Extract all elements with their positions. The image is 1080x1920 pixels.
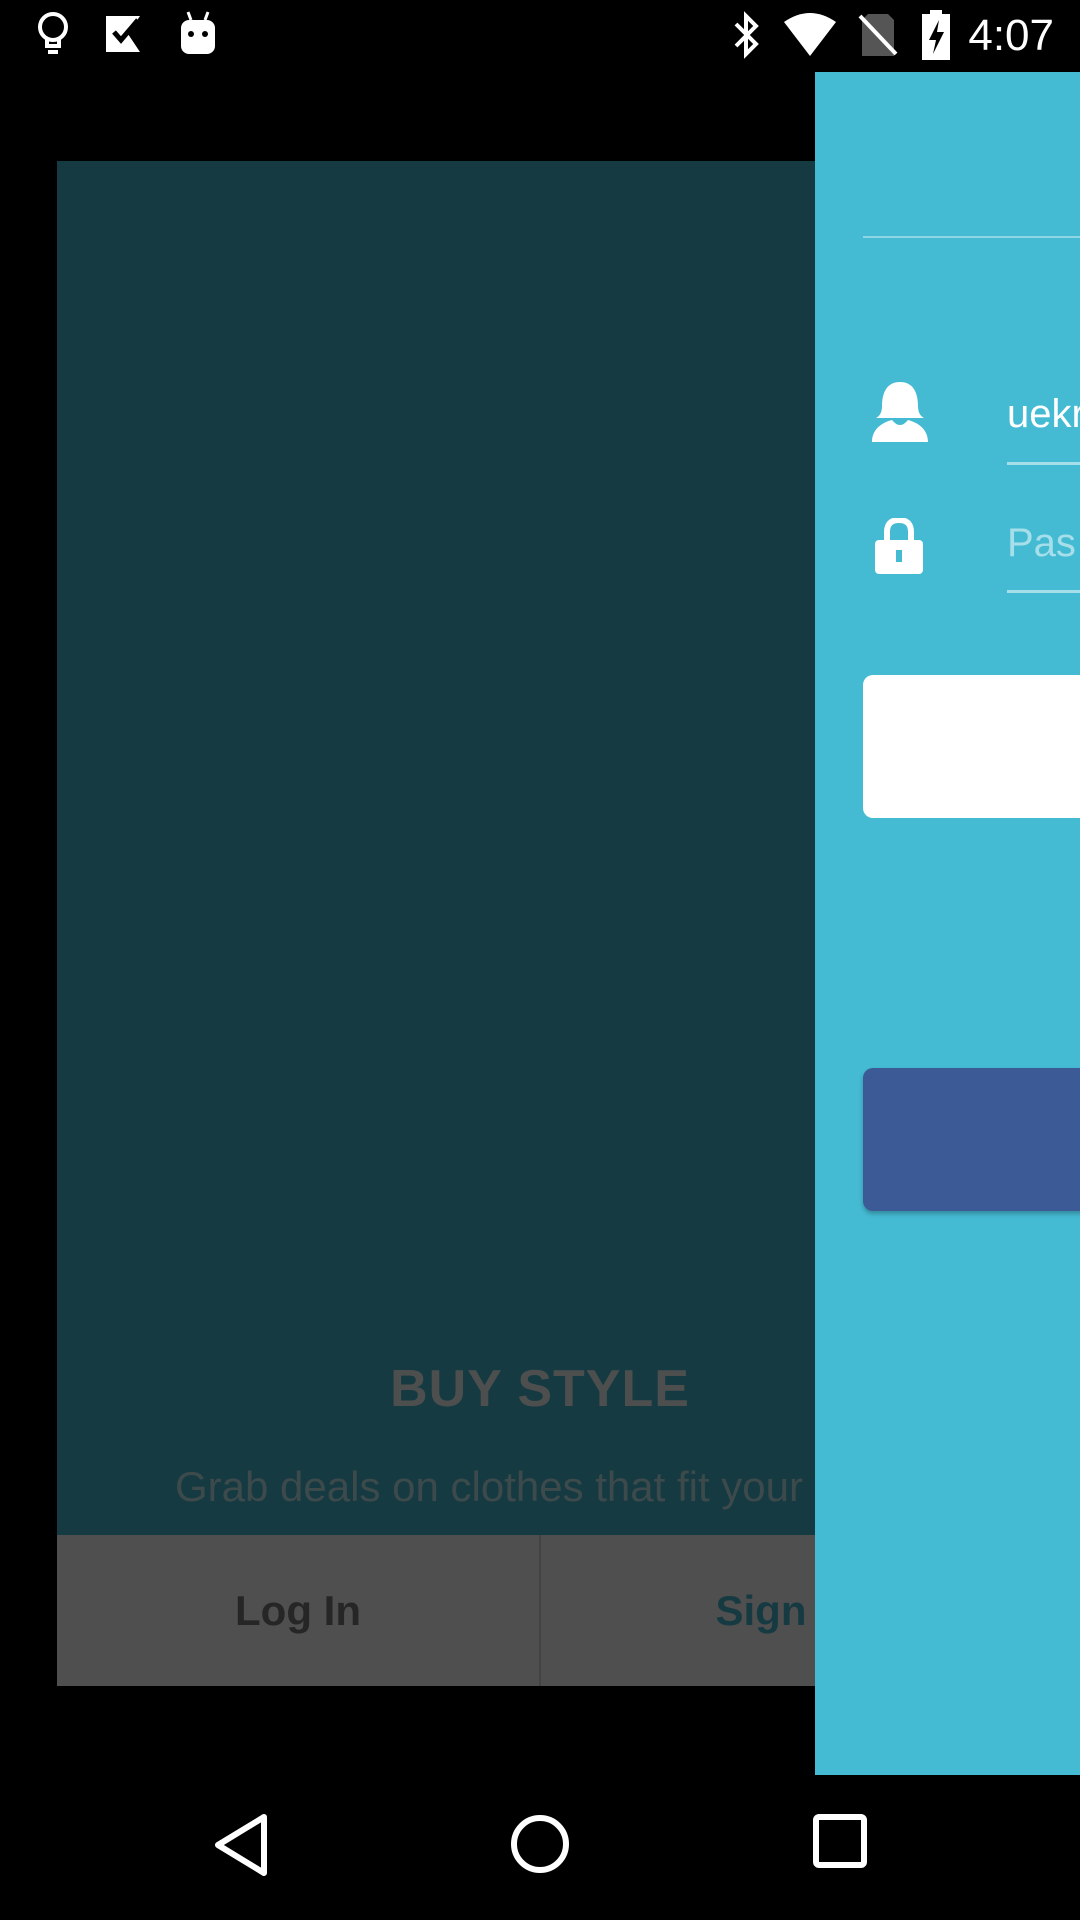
panel-divider [863, 236, 1080, 238]
task-check-icon [106, 16, 140, 52]
username-underline [1007, 462, 1080, 465]
password-underline [1007, 590, 1080, 593]
login-button[interactable]: Log In [57, 1535, 541, 1686]
username-field[interactable]: uekr [1007, 392, 1080, 437]
home-icon[interactable] [510, 1813, 570, 1875]
no-sim-icon [858, 14, 898, 56]
onboarding-subtitle: Grab deals on clothes that fit your [175, 1463, 804, 1510]
bluetooth-icon [734, 11, 759, 59]
navigation-bar [0, 1775, 1080, 1920]
facebook-login-button[interactable] [863, 1068, 1080, 1211]
back-icon[interactable] [212, 1813, 270, 1877]
submit-login-button[interactable] [863, 675, 1080, 818]
lightbulb-icon [38, 12, 68, 54]
recents-icon[interactable] [812, 1813, 868, 1869]
user-icon [872, 382, 928, 442]
lock-icon [875, 518, 923, 574]
login-panel: uekr Pas [815, 72, 1080, 1775]
battery-charging-icon [922, 10, 950, 60]
status-bar: 4:07 [0, 0, 1080, 72]
status-time: 4:07 [968, 11, 1054, 60]
wifi-icon [784, 13, 836, 56]
android-robot-icon [181, 11, 215, 54]
password-field[interactable]: Pas [1007, 521, 1076, 566]
